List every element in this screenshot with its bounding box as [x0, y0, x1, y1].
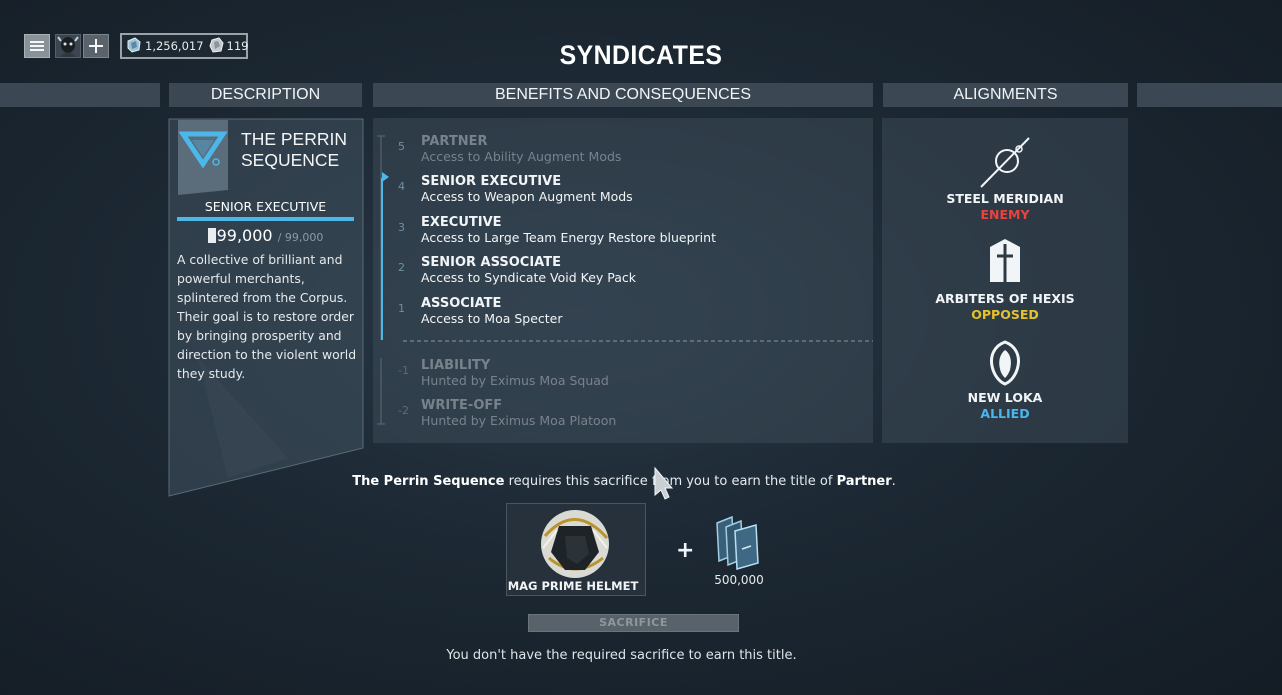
sacrifice-item-name: MAG PRIME HELMET [507, 579, 639, 593]
syndicate-description: A collective of brilliant and powerful m… [177, 252, 357, 381]
steel-meridian-icon [980, 137, 1030, 188]
header-benefits: BENEFITS AND CONSEQUENCES [373, 83, 873, 107]
rank-title: SENIOR ASSOCIATE [421, 255, 561, 270]
alignment-name: NEW LOKA [967, 390, 1043, 405]
rank-benefit: Access to Syndicate Void Key Pack [421, 270, 637, 285]
sacrifice-requirement-text: The Perrin Sequence requires this sacrif… [0, 474, 1248, 489]
sacrifice-warning-message: You don't have the required sacrifice to… [446, 648, 797, 663]
syndicate-name: THE PERRIN SEQUENCE [241, 129, 347, 170]
standing-cost-value: 500,000 [714, 573, 764, 587]
alignment-status-allied: ALLIED [980, 406, 1030, 421]
header-bar-left-filler [0, 83, 160, 107]
standing-value: 99,000 [216, 226, 273, 245]
rank-number: -1 [398, 364, 409, 377]
mouse-cursor-icon [654, 466, 674, 500]
standing-display: 99,000 / 99,000 [177, 226, 354, 245]
alignment-name: STEEL MERIDIAN [946, 191, 1064, 206]
rank-title: PARTNER [421, 134, 488, 149]
current-rank-label: SENIOR EXECUTIVE [204, 199, 327, 214]
rank-title: EXECUTIVE [421, 215, 502, 230]
new-loka-icon [990, 340, 1020, 386]
rank-number: 3 [398, 221, 405, 234]
next-title-inline: Partner [836, 474, 892, 489]
rank-benefit: Access to Large Team Energy Restore blue… [421, 230, 716, 245]
mag-prime-helmet-icon [541, 510, 609, 578]
rank-title: SENIOR EXECUTIVE [421, 174, 562, 189]
standing-icon [207, 228, 216, 243]
hamburger-icon [30, 41, 44, 51]
rank-number: 5 [398, 140, 405, 153]
standing-cost-icon [716, 515, 759, 570]
header-description: DESCRIPTION [169, 83, 362, 107]
rank-title: ASSOCIATE [421, 296, 502, 311]
rank-number: 1 [398, 302, 405, 315]
plus-separator-icon: + [676, 538, 695, 563]
arbiters-of-hexis-icon [990, 239, 1020, 285]
standing-max: / 99,000 [277, 231, 324, 244]
syndicate-name-inline: The Perrin Sequence [352, 474, 505, 489]
page-title: SYNDICATES [559, 40, 723, 70]
syndicate-banner [178, 120, 228, 195]
rank-benefit: Access to Ability Augment Mods [421, 149, 622, 164]
rank-progress-bar [177, 217, 354, 221]
rank-number: 4 [398, 180, 405, 193]
rank-number: 2 [398, 261, 405, 274]
alignment-status-opposed: OPPOSED [971, 307, 1039, 322]
rank-title: LIABILITY [421, 358, 491, 373]
rank-benefit: Hunted by Eximus Moa Platoon [421, 413, 617, 428]
requirement-end-text: . [891, 474, 896, 489]
sacrifice-item-card[interactable]: MAG PRIME HELMET [506, 503, 646, 596]
rank-benefit: Access to Moa Specter [421, 311, 563, 326]
rank-title: WRITE-OFF [421, 398, 503, 413]
sacrifice-button[interactable]: SACRIFICE [528, 614, 739, 632]
rank-benefit: Access to Weapon Augment Mods [421, 189, 633, 204]
rank-number: -2 [398, 404, 409, 417]
alignment-status-enemy: ENEMY [980, 207, 1030, 222]
header-bar-right-filler [1137, 83, 1282, 107]
header-alignments: ALIGNMENTS [883, 83, 1128, 107]
menu-button[interactable] [24, 34, 50, 58]
alignment-name: ARBITERS OF HEXIS [935, 291, 1075, 306]
rank-benefit: Hunted by Eximus Moa Squad [421, 373, 609, 388]
